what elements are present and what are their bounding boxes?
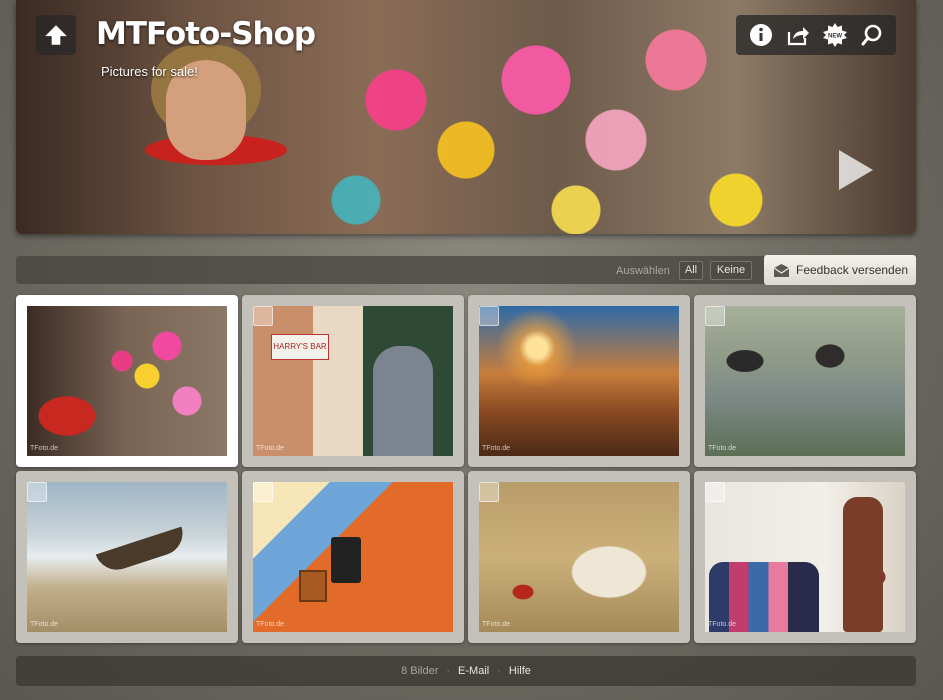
watermark: TFoto.de	[30, 621, 59, 628]
photo-thumbnail[interactable]: TFoto.de	[468, 471, 690, 643]
photo-thumbnail[interactable]: TFoto.de	[16, 471, 238, 643]
next-slide-arrow-icon[interactable]	[835, 148, 875, 192]
envelope-icon	[773, 263, 790, 277]
photo-select-checkbox[interactable]	[27, 482, 47, 502]
photo-image	[705, 482, 905, 632]
photo-image	[27, 306, 227, 456]
photo-image	[479, 306, 679, 456]
header-toolbar: NEW	[736, 15, 896, 55]
send-feedback-label: Feedback versenden	[796, 263, 909, 277]
image-count: 8 Bilder	[401, 665, 439, 677]
harrys-bar-sign: HARRY'S BAR	[271, 334, 329, 360]
photo-select-checkbox[interactable]	[705, 482, 725, 502]
info-button[interactable]	[747, 21, 775, 49]
site-title: MTFoto-Shop	[96, 16, 316, 52]
photo-select-checkbox[interactable]	[705, 306, 725, 326]
photo-image	[27, 482, 227, 632]
photo-select-checkbox[interactable]	[253, 482, 273, 502]
photo-select-checkbox[interactable]	[479, 306, 499, 326]
photo-window	[299, 570, 327, 602]
photo-thumbnail[interactable]: HARRY'S BAR TFoto.de	[242, 295, 464, 467]
watermark: TFoto.de	[482, 445, 511, 452]
send-feedback-button[interactable]: Feedback versenden	[764, 255, 916, 285]
footer-separator: ·	[497, 665, 501, 677]
site-subtitle: Pictures for sale!	[101, 64, 198, 79]
photo-person	[373, 346, 433, 456]
select-all-button[interactable]: All	[679, 261, 703, 280]
photo-select-checkbox[interactable]	[253, 306, 273, 326]
photo-image	[253, 482, 453, 632]
photo-thumbnail[interactable]: TFoto.de	[468, 295, 690, 467]
search-button[interactable]	[858, 21, 886, 49]
new-badge-icon: NEW	[822, 23, 847, 47]
email-link[interactable]: E-Mail	[458, 665, 489, 677]
help-link[interactable]: Hilfe	[509, 665, 531, 677]
up-button[interactable]	[36, 15, 76, 55]
share-icon	[787, 27, 809, 46]
watermark: TFoto.de	[708, 621, 737, 628]
photo-image: HARRY'S BAR	[253, 306, 453, 456]
info-icon	[749, 24, 772, 46]
share-button[interactable]	[784, 21, 812, 49]
footer-separator: ·	[446, 665, 451, 677]
select-none-button[interactable]: Keine	[710, 261, 752, 280]
watermark: TFoto.de	[256, 445, 285, 452]
search-icon	[861, 24, 881, 46]
new-badge-text: NEW	[828, 34, 842, 40]
photo-thumbnail[interactable]: TFoto.de	[242, 471, 464, 643]
watermark: TFoto.de	[482, 621, 511, 628]
photo-image	[705, 306, 905, 456]
watermark: TFoto.de	[256, 621, 285, 628]
photo-select-checkbox[interactable]	[479, 482, 499, 502]
photo-boat	[95, 526, 189, 576]
photo-thumbnail[interactable]: TFoto.de	[694, 295, 916, 467]
photo-lamp	[331, 537, 361, 583]
arrow-up-icon	[45, 25, 67, 45]
photo-thumbnail[interactable]: TFoto.de	[16, 295, 238, 467]
photo-statue	[843, 497, 883, 632]
new-button[interactable]: NEW	[821, 21, 849, 49]
photo-thumbnail[interactable]: TFoto.de	[694, 471, 916, 643]
select-label: Auswählen	[616, 265, 670, 277]
watermark: TFoto.de	[30, 445, 59, 452]
photo-image	[479, 482, 679, 632]
footer-bar: 8 Bilder · E-Mail · Hilfe	[16, 656, 916, 686]
watermark: TFoto.de	[708, 445, 737, 452]
